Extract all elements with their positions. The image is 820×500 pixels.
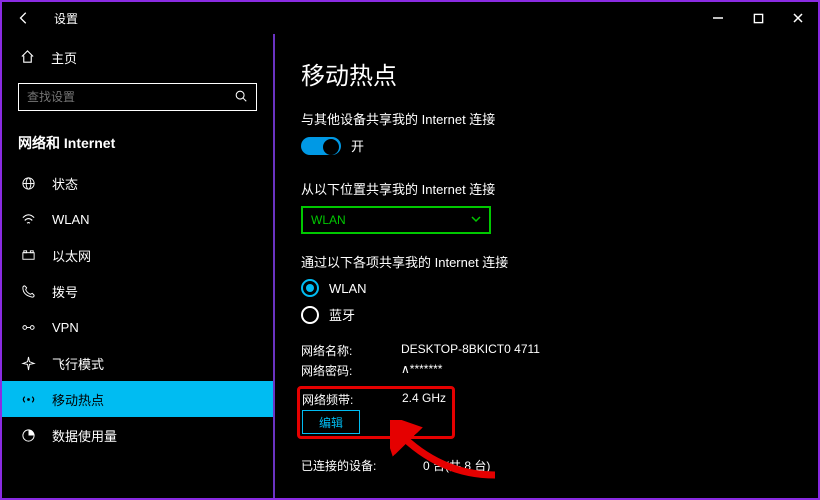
net-name-key: 网络名称: xyxy=(301,342,371,359)
vpn-icon xyxy=(20,320,36,335)
chevron-down-icon xyxy=(471,213,481,227)
home-label: 主页 xyxy=(51,48,77,67)
titlebar: 设置 xyxy=(2,2,818,34)
main-panel: 移动热点 与其他设备共享我的 Internet 连接 开 从以下位置共享我的 I… xyxy=(275,34,818,498)
sidebar-item-label: 数据使用量 xyxy=(52,426,117,445)
close-button[interactable] xyxy=(778,2,818,34)
search-box[interactable] xyxy=(18,83,257,111)
wifi-icon xyxy=(20,212,36,227)
net-band-key: 网络频带: xyxy=(302,391,372,408)
toggle-state-label: 开 xyxy=(351,136,364,155)
maximize-button[interactable] xyxy=(738,2,778,34)
sidebar: 主页 网络和 Internet 状态 WLAN xyxy=(2,34,275,498)
share-over-label: 通过以下各项共享我的 Internet 连接 xyxy=(301,252,792,271)
home-icon xyxy=(20,49,35,67)
sidebar-item-label: 飞行模式 xyxy=(52,354,104,373)
sidebar-item-airplane[interactable]: 飞行模式 xyxy=(2,345,273,381)
share-from-select[interactable]: WLAN xyxy=(301,206,491,234)
sidebar-item-ethernet[interactable]: 以太网 xyxy=(2,237,273,273)
sidebar-item-label: 以太网 xyxy=(52,246,91,265)
search-icon xyxy=(234,89,248,106)
highlight-box: 网络频带: 2.4 GHz 编辑 xyxy=(297,386,455,439)
sidebar-item-hotspot[interactable]: 移动热点 xyxy=(2,381,273,417)
ethernet-icon xyxy=(20,248,36,263)
minimize-button[interactable] xyxy=(698,2,738,34)
back-button[interactable] xyxy=(8,2,40,34)
radio-icon xyxy=(301,306,319,324)
phone-icon xyxy=(20,284,36,299)
sidebar-item-label: WLAN xyxy=(52,212,90,227)
radio-bt-label: 蓝牙 xyxy=(329,305,355,324)
sidebar-item-dialup[interactable]: 拨号 xyxy=(2,273,273,309)
sidebar-item-label: 移动热点 xyxy=(52,390,104,409)
category-header: 网络和 Internet xyxy=(2,127,273,165)
radio-icon xyxy=(301,279,319,297)
share-from-label: 从以下位置共享我的 Internet 连接 xyxy=(301,179,792,198)
sidebar-item-status[interactable]: 状态 xyxy=(2,165,273,201)
sidebar-item-vpn[interactable]: VPN xyxy=(2,309,273,345)
net-pwd-value: ∧******* xyxy=(401,362,442,379)
sidebar-item-label: VPN xyxy=(52,320,79,335)
net-band-value: 2.4 GHz xyxy=(402,391,446,408)
home-link[interactable]: 主页 xyxy=(2,42,273,77)
sidebar-item-datausage[interactable]: 数据使用量 xyxy=(2,417,273,453)
radio-wlan[interactable]: WLAN xyxy=(301,279,792,297)
sidebar-item-wlan[interactable]: WLAN xyxy=(2,201,273,237)
share-toggle[interactable] xyxy=(301,137,341,155)
select-value: WLAN xyxy=(311,213,346,227)
net-name-value: DESKTOP-8BKICT0 4711 xyxy=(401,342,540,359)
hotspot-icon xyxy=(20,392,36,407)
radio-wlan-label: WLAN xyxy=(329,281,367,296)
app-title: 设置 xyxy=(54,10,698,27)
connected-key: 已连接的设备: xyxy=(301,457,393,474)
globe-icon xyxy=(20,176,36,191)
edit-button[interactable]: 编辑 xyxy=(302,410,360,434)
airplane-icon xyxy=(20,356,36,371)
sidebar-item-label: 拨号 xyxy=(52,282,78,301)
net-pwd-key: 网络密码: xyxy=(301,362,371,379)
connected-value: 0 台(共 8 台) xyxy=(423,457,490,474)
data-icon xyxy=(20,428,36,443)
sidebar-item-label: 状态 xyxy=(52,174,78,193)
search-input[interactable] xyxy=(27,90,234,104)
share-connection-label: 与其他设备共享我的 Internet 连接 xyxy=(301,109,792,128)
radio-bluetooth[interactable]: 蓝牙 xyxy=(301,305,792,324)
page-title: 移动热点 xyxy=(301,56,792,91)
